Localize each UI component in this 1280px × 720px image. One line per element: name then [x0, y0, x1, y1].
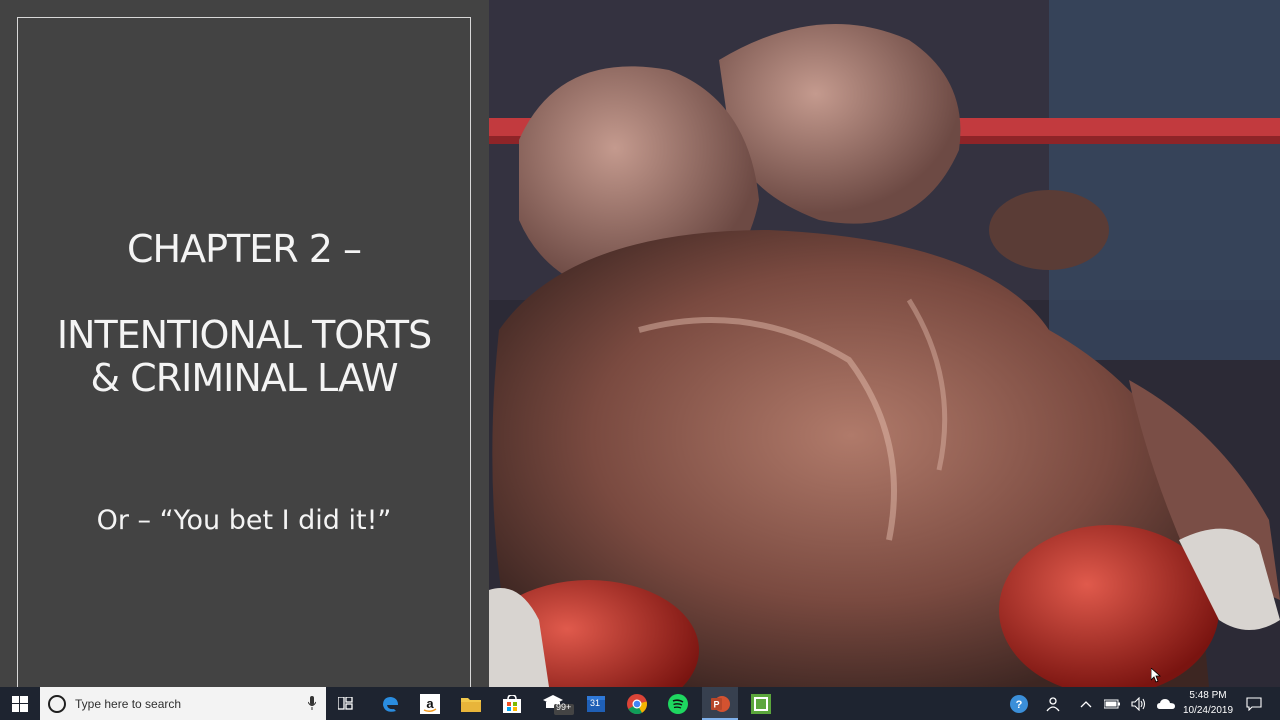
slide-title-line1: CHAPTER 2 – [127, 227, 362, 271]
notifications-button[interactable] [1242, 687, 1266, 720]
file-explorer-icon [461, 697, 481, 712]
windows-start-icon [12, 695, 28, 712]
search-box[interactable]: Type here to search [40, 687, 326, 720]
edge-button[interactable] [374, 687, 406, 720]
slide-subtitle: Or – “You bet I did it!” [96, 505, 392, 536]
camtasia-icon [751, 693, 771, 714]
slide: CHAPTER 2 – INTENTIONAL TORTS & CRIMINAL… [0, 0, 1280, 687]
spotify-icon [668, 693, 688, 714]
amazon-icon: a [420, 693, 440, 714]
clock-time: 5:48 PM [1189, 690, 1227, 701]
search-icon [48, 694, 66, 713]
clock-date: 10/24/2019 [1182, 705, 1234, 716]
amazon-button[interactable]: a [414, 687, 446, 720]
people-icon [1046, 696, 1060, 711]
file-explorer-button[interactable] [455, 687, 487, 720]
volume-icon [1131, 696, 1146, 711]
task-view-button[interactable] [330, 687, 362, 720]
system-clock[interactable]: 5:48 PM 10/24/2019 [1176, 688, 1240, 718]
taskbar: Type here to search a 99+ 31 P ? 5:48 PM… [0, 687, 1280, 720]
camtasia-button[interactable] [745, 687, 777, 720]
slide-title-line2: INTENTIONAL TORTS & CRIMINAL LAW [17, 314, 471, 400]
store-icon [503, 694, 521, 713]
show-hidden-icons-button[interactable] [1076, 687, 1096, 720]
help-button[interactable]: ? [1007, 687, 1031, 720]
spectator-face [989, 190, 1109, 270]
powerpoint-icon: P [711, 695, 730, 712]
svg-text:P: P [713, 699, 719, 709]
powerpoint-button[interactable]: P [702, 687, 738, 720]
microphone-icon[interactable] [308, 696, 316, 710]
spotify-button[interactable] [662, 687, 694, 720]
mail-button[interactable]: 99+ [538, 687, 576, 720]
search-placeholder: Type here to search [75, 696, 182, 711]
svg-text:?: ? [1016, 699, 1023, 711]
calendar-day: 31 [590, 698, 601, 708]
mail-badge: 99+ [556, 702, 572, 712]
boxing-photo [489, 0, 1280, 687]
title-panel: CHAPTER 2 – INTENTIONAL TORTS & CRIMINAL… [0, 0, 489, 687]
store-button[interactable] [496, 687, 528, 720]
people-button[interactable] [1041, 687, 1065, 720]
chrome-icon [627, 693, 647, 714]
start-button[interactable] [0, 687, 40, 720]
onedrive-button[interactable] [1155, 687, 1177, 720]
battery-icon [1104, 699, 1120, 708]
task-view-icon [338, 696, 353, 710]
slide-title-line2b: & CRIMINAL LAW [90, 356, 398, 400]
spectator [1049, 0, 1280, 360]
calendar-button[interactable]: 31 [582, 687, 610, 720]
chrome-button[interactable] [621, 687, 653, 720]
volume-button[interactable] [1128, 687, 1150, 720]
chevron-up-icon [1080, 700, 1092, 707]
svg-text:a: a [426, 696, 434, 711]
mouse-cursor-icon [1151, 668, 1161, 683]
help-icon: ? [1010, 694, 1028, 713]
slide-title-line2a: INTENTIONAL TORTS [56, 313, 432, 357]
edge-icon [383, 696, 398, 712]
onedrive-icon [1157, 698, 1175, 709]
battery-button[interactable] [1102, 687, 1122, 720]
notification-icon [1246, 696, 1262, 711]
